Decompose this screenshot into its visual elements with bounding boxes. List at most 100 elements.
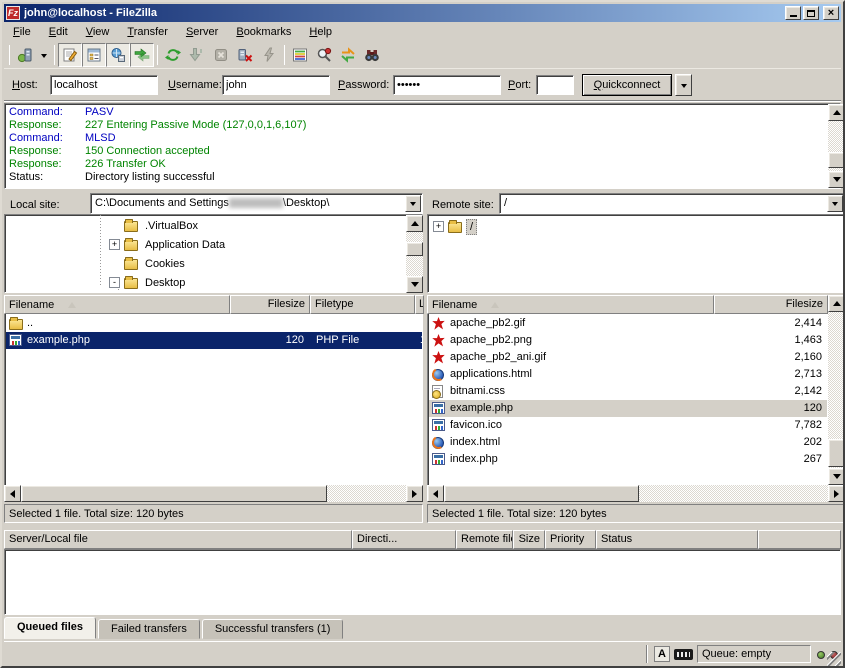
remote-list-scroll-down-button[interactable] [828,468,845,485]
filter-icon [316,47,332,63]
file-row[interactable]: index.php 267 [429,451,827,468]
remote-list-scrollbar-track[interactable] [639,485,828,502]
local-tree-scroll-down-button[interactable] [406,276,423,293]
log-scrollbar-thumb[interactable] [828,152,845,168]
cancel-operation-button[interactable] [209,43,233,67]
column-header-remote-file[interactable]: Remote file [456,530,513,549]
tree-item-virtualbox[interactable]: .VirtualBox [109,216,201,235]
local-tree-scroll-up-button[interactable] [406,215,423,232]
toggle-local-tree-button[interactable] [82,43,106,67]
column-header-filesize[interactable]: Filesize [714,295,828,314]
file-row-parent-dir[interactable]: .. [6,315,422,332]
close-button[interactable]: × [823,6,839,20]
expand-icon[interactable]: + [433,221,444,232]
file-row[interactable]: applications.html 2,713 [429,366,827,383]
menu-transfer[interactable]: Transfer [118,23,177,41]
local-site-combobox[interactable]: C:\Documents and Settings\Desktop\ [90,193,423,214]
menu-bookmarks[interactable]: Bookmarks [227,23,300,41]
column-header-last-modified[interactable]: Last modified [415,295,424,314]
remote-list-scrollbar-thumb[interactable] [828,439,845,467]
toggle-transfer-queue-button[interactable] [130,43,154,67]
column-header-filesize[interactable]: Filesize [230,295,310,314]
column-header-status[interactable]: Status [596,530,758,549]
disconnect-button[interactable] [233,43,257,67]
username-input[interactable] [222,75,330,95]
local-tree-scrollbar-thumb[interactable] [406,242,423,256]
transfer-type-indicator-icon[interactable]: A [654,646,670,662]
synchronized-browsing-button[interactable] [336,43,360,67]
folder-icon [124,259,138,270]
toolbar-separator [9,45,10,65]
filter-listings-button[interactable] [312,43,336,67]
column-header-filename[interactable]: Filename [4,295,230,314]
site-manager-dropdown-button[interactable] [37,43,51,67]
remote-site-combobox[interactable]: / [499,193,845,214]
menu-help[interactable]: Help [300,23,341,41]
toggle-message-log-button[interactable] [58,43,82,67]
file-row[interactable]: apache_pb2_ani.gif 2,160 [429,349,827,366]
quickconnect-dropdown-button[interactable] [675,74,692,96]
remote-list-scroll-left-button[interactable] [427,485,444,502]
arrow-right-icon [834,490,843,498]
tree-item-application-data[interactable]: + Application Data [109,235,228,254]
column-header-direction[interactable]: Directi... [352,530,456,549]
file-row[interactable]: apache_pb2.gif 2,414 [429,315,827,332]
process-queue-button[interactable] [185,43,209,67]
column-header-filename[interactable]: Filename [427,295,714,314]
tab-queued-files[interactable]: Queued files [4,617,96,639]
menu-edit[interactable]: Edit [40,23,77,41]
local-list-scrollbar-thumb[interactable] [21,485,327,502]
remote-list-scrollbar-thumb[interactable] [444,485,639,502]
minimize-button[interactable] [785,6,801,20]
toolbar [4,42,841,69]
log-scroll-down-button[interactable] [828,171,845,188]
encryption-indicator-icon[interactable] [674,649,693,660]
file-row-example-php[interactable]: example.php 120 PHP File 1 [6,332,422,349]
directory-comparison-button[interactable] [288,43,312,67]
menu-server[interactable]: Server [177,23,227,41]
file-row[interactable]: index.html 202 [429,434,827,451]
search-files-button[interactable] [360,43,384,67]
log-scroll-up-button[interactable] [828,104,845,121]
host-input[interactable] [50,75,158,95]
password-input[interactable] [393,75,501,95]
local-list-scroll-right-button[interactable] [406,485,423,502]
file-row[interactable]: favicon.ico 7,782 [429,417,827,434]
statusbar-divider [646,645,648,663]
toggle-remote-tree-button[interactable] [106,43,130,67]
column-header-server-local-file[interactable]: Server/Local file [4,530,352,549]
file-row-selected[interactable]: example.php 120 [429,400,827,417]
remote-list-scroll-up-button[interactable] [828,295,845,312]
port-input[interactable] [536,75,574,95]
reconnect-button[interactable] [257,43,281,67]
remote-site-dropdown-button[interactable] [827,195,843,212]
column-header-filetype[interactable]: Filetype [310,295,415,314]
tree-item-root[interactable]: + / [433,217,477,236]
local-site-dropdown-button[interactable] [405,195,421,212]
menu-file[interactable]: File [4,23,40,41]
tree-item-cookies[interactable]: Cookies [109,254,188,273]
toolbar-separator [284,45,285,65]
quickconnect-button[interactable]: Quickconnect [582,74,672,96]
queue-list[interactable] [4,549,841,615]
tab-successful-transfers[interactable]: Successful transfers (1) [202,619,344,639]
site-manager-button[interactable] [13,43,37,67]
file-row[interactable]: bitnami.css 2,142 [429,383,827,400]
refresh-button[interactable] [161,43,185,67]
collapse-icon[interactable]: - [109,277,120,288]
titlebar[interactable]: Fz john@localhost - FileZilla × [4,4,841,22]
expand-icon[interactable]: + [109,239,120,250]
local-list-scrollbar-track[interactable] [327,485,406,502]
column-header-priority[interactable]: Priority [545,530,596,549]
log-line: Command:MLSD [9,132,840,145]
resize-grip[interactable] [827,652,841,666]
local-list-scroll-left-button[interactable] [4,485,21,502]
column-header-size[interactable]: Size [513,530,545,549]
menu-view[interactable]: View [77,23,119,41]
tree-item-desktop[interactable]: - Desktop [109,273,188,292]
chevron-down-icon [832,202,838,209]
remote-list-scroll-right-button[interactable] [828,485,845,502]
tab-failed-transfers[interactable]: Failed transfers [98,619,200,639]
maximize-button[interactable] [803,6,819,20]
file-row[interactable]: apache_pb2.png 1,463 [429,332,827,349]
